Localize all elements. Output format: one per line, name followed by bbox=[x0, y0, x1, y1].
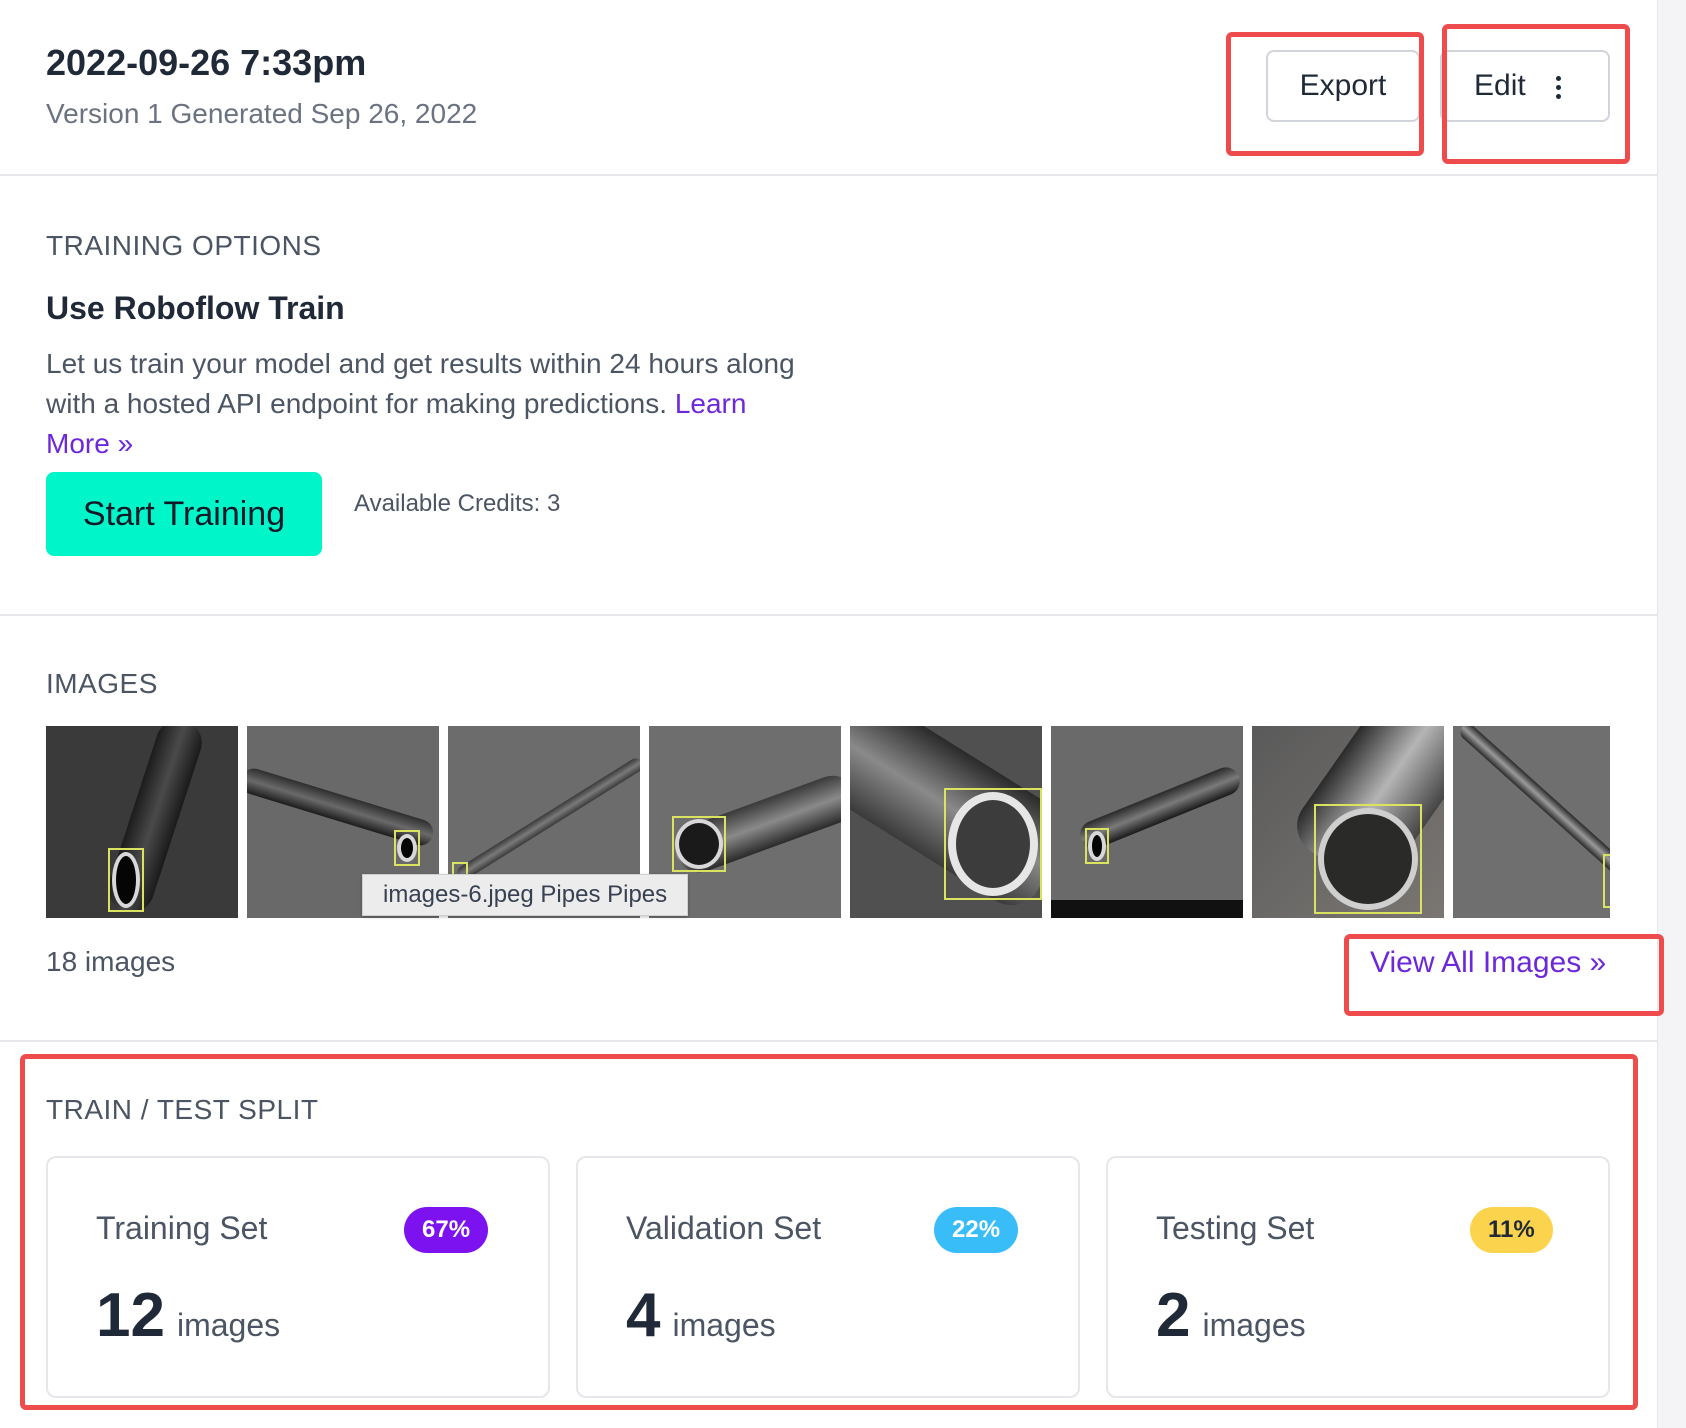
image-thumbnail[interactable] bbox=[1252, 726, 1444, 918]
images-label: IMAGES bbox=[46, 668, 158, 699]
view-all-images-link[interactable]: View All Images » bbox=[1370, 946, 1606, 980]
image-thumbnail[interactable] bbox=[46, 726, 238, 918]
training-set-count-value: 12 bbox=[96, 1281, 165, 1350]
image-tooltip: images-6.jpeg Pipes Pipes bbox=[362, 874, 689, 916]
available-credits: Available Credits: 3 bbox=[354, 490, 561, 517]
testing-set-count-value: 2 bbox=[1156, 1281, 1191, 1350]
testing-set-label: Testing Set bbox=[1156, 1210, 1315, 1246]
edit-button-label: Edit bbox=[1474, 69, 1526, 102]
image-thumbnail[interactable] bbox=[1453, 726, 1610, 918]
train-description: Let us train your model and get results … bbox=[46, 344, 806, 464]
validation-set-count-value: 4 bbox=[626, 1281, 661, 1350]
version-panel: 2022-09-26 7:33pm Version 1 Generated Se… bbox=[0, 0, 1658, 1428]
validation-set-percent-badge: 22% bbox=[934, 1207, 1019, 1253]
testing-set-count-unit: images bbox=[1202, 1307, 1306, 1343]
training-options-label: TRAINING OPTIONS bbox=[46, 230, 322, 261]
image-thumbnail[interactable] bbox=[850, 726, 1042, 918]
training-set-card: Training Set 67% 12 images bbox=[46, 1156, 550, 1398]
header-divider bbox=[0, 174, 1657, 176]
testing-set-percent-badge: 11% bbox=[1470, 1207, 1553, 1253]
more-options-icon bbox=[1556, 76, 1562, 100]
testing-set-count: 2 images bbox=[1156, 1280, 1306, 1351]
images-divider bbox=[0, 1040, 1657, 1042]
training-set-percent-badge: 67% bbox=[404, 1207, 489, 1253]
testing-set-card: Testing Set 11% 2 images bbox=[1106, 1156, 1610, 1398]
validation-set-count: 4 images bbox=[626, 1280, 776, 1351]
image-thumbnail[interactable] bbox=[1051, 726, 1243, 918]
right-gutter bbox=[1658, 0, 1686, 1428]
training-set-label: Training Set bbox=[96, 1210, 268, 1246]
edit-button[interactable]: Edit bbox=[1440, 50, 1610, 122]
image-count: 18 images bbox=[46, 946, 176, 977]
validation-set-label: Validation Set bbox=[626, 1210, 822, 1246]
version-subtitle: Version 1 Generated Sep 26, 2022 bbox=[46, 98, 478, 129]
start-training-label: Start Training bbox=[82, 494, 286, 533]
training-divider bbox=[0, 614, 1657, 616]
train-test-split-label: TRAIN / TEST SPLIT bbox=[46, 1094, 319, 1125]
train-heading: Use Roboflow Train bbox=[46, 290, 345, 326]
version-title: 2022-09-26 7:33pm bbox=[46, 42, 367, 83]
export-button[interactable]: Export bbox=[1266, 50, 1420, 122]
validation-set-count-unit: images bbox=[672, 1307, 776, 1343]
training-set-count: 12 images bbox=[96, 1280, 280, 1351]
validation-set-card: Validation Set 22% 4 images bbox=[576, 1156, 1080, 1398]
export-button-label: Export bbox=[1299, 69, 1387, 102]
image-thumbnail-strip bbox=[46, 726, 1610, 918]
start-training-button[interactable]: Start Training bbox=[46, 472, 322, 556]
training-set-count-unit: images bbox=[176, 1307, 281, 1343]
